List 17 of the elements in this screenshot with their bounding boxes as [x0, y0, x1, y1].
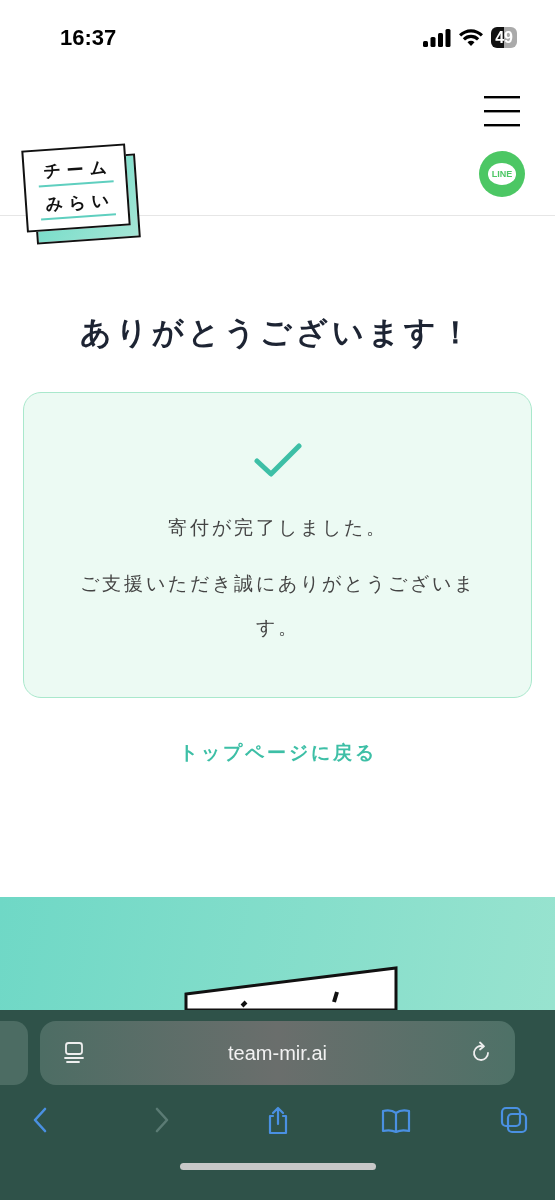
signal-icon	[423, 28, 452, 47]
address-bar[interactable]: team-mir.ai	[40, 1021, 515, 1085]
tabs-icon[interactable]	[499, 1105, 529, 1135]
tab-pill[interactable]	[0, 1021, 28, 1085]
reader-icon[interactable]	[62, 1041, 86, 1065]
url-text: team-mir.ai	[228, 1041, 327, 1065]
logo-text: チーム	[36, 155, 114, 188]
status-time: 16:37	[60, 24, 117, 51]
page-title: ありがとうございます！	[80, 313, 475, 352]
logo-text: みらい	[38, 188, 116, 221]
menu-icon[interactable]	[484, 95, 520, 127]
message-text: ご支援いただき誠にありがとうございます。	[78, 571, 477, 640]
line-badge: LINE	[487, 163, 517, 185]
check-icon	[253, 443, 302, 479]
battery-level: 49	[495, 29, 513, 46]
message-text: 寄付が完了しました。	[167, 515, 388, 540]
wifi-icon	[459, 28, 484, 47]
